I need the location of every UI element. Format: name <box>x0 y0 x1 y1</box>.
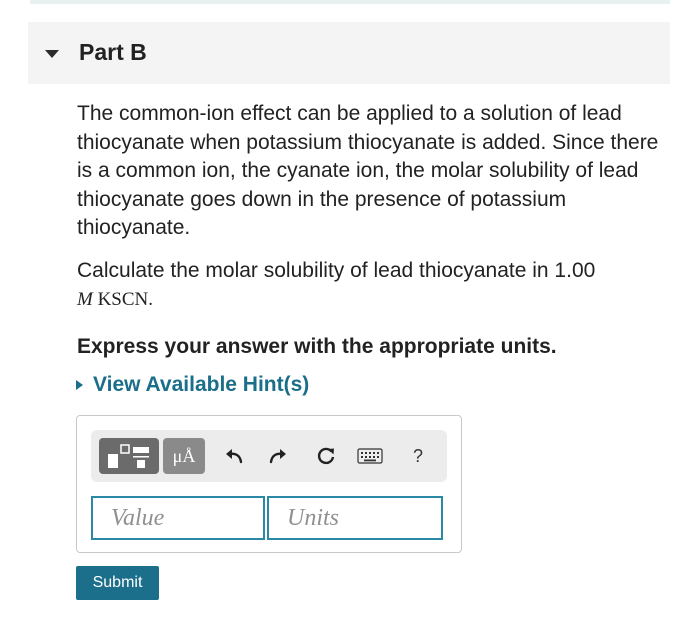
keyboard-icon[interactable] <box>355 438 385 474</box>
answer-box: μÅ ? Value Units <box>76 415 462 553</box>
top-divider <box>30 0 670 4</box>
prompt-formula: M KSCN. <box>77 289 153 310</box>
redo-icon[interactable] <box>263 438 293 474</box>
units-input[interactable]: Units <box>267 496 443 540</box>
view-hints-link[interactable]: View Available Hint(s) <box>76 372 677 397</box>
part-header[interactable]: Part B <box>28 22 670 84</box>
value-input[interactable]: Value <box>91 496 265 540</box>
question-prompt: Calculate the molar solubility of lead t… <box>77 257 677 315</box>
submit-button[interactable]: Submit <box>76 566 159 600</box>
view-hints-label: View Available Hint(s) <box>93 372 310 396</box>
templates-button[interactable] <box>99 438 159 474</box>
molarity-symbol: M <box>77 289 93 310</box>
question-body: The common-ion effect can be applied to … <box>76 100 677 397</box>
reset-icon[interactable] <box>311 438 341 474</box>
math-toolbar: μÅ ? <box>91 430 447 482</box>
formula-period: . <box>148 289 154 310</box>
formula-kscn: KSCN <box>97 289 149 310</box>
help-icon[interactable]: ? <box>403 438 433 474</box>
units-button[interactable]: μÅ <box>163 438 205 474</box>
part-title: Part B <box>79 39 147 65</box>
caret-right-icon <box>76 379 83 390</box>
prompt-text: Calculate the molar solubility of lead t… <box>77 258 596 282</box>
question-paragraph: The common-ion effect can be applied to … <box>77 102 659 239</box>
templates-icon <box>108 444 149 468</box>
instruction-text: Express your answer with the appropriate… <box>77 334 557 358</box>
undo-icon[interactable] <box>219 438 249 474</box>
caret-down-icon[interactable] <box>45 50 59 58</box>
